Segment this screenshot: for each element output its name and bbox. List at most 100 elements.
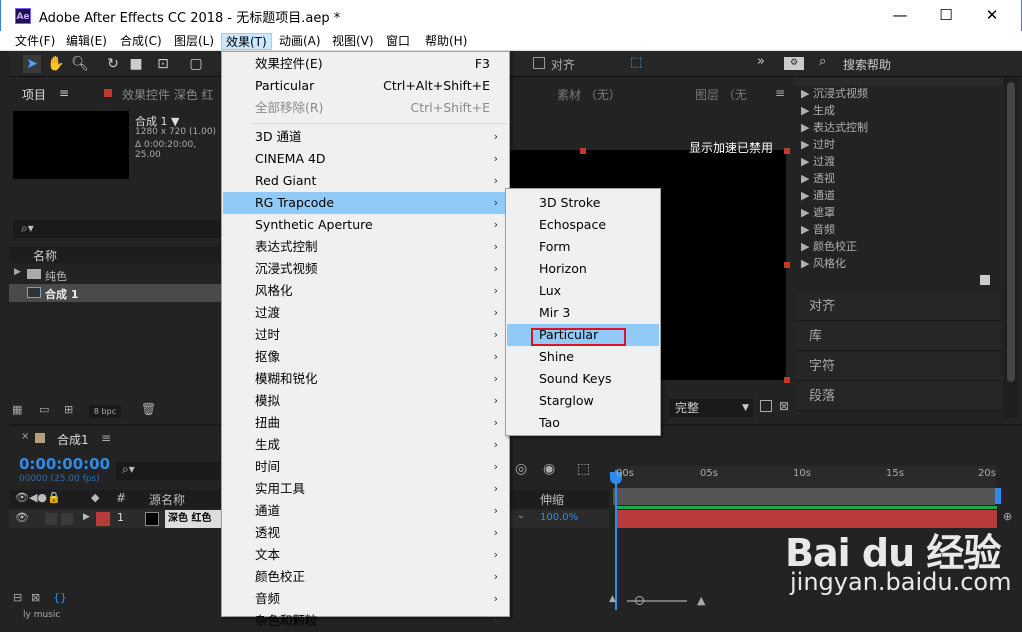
col-stretch[interactable]: 伸缩 (540, 491, 564, 508)
col-hash[interactable]: # (116, 491, 126, 505)
timing-icon[interactable]: {} (53, 591, 67, 604)
submenu-item-sound-keys[interactable]: Sound Keys (507, 368, 659, 390)
panel-menu-icon[interactable]: ≡ (775, 86, 785, 100)
layer-stretch[interactable]: 100.0% (540, 512, 578, 523)
menu-item-utility[interactable]: 实用工具 › (223, 478, 508, 500)
menu-item-time[interactable]: 时间 › (223, 456, 508, 478)
menu-layer[interactable]: 图层(L) (170, 33, 218, 50)
expand-icon[interactable]: » (757, 54, 765, 69)
tab-library[interactable]: 库 (796, 322, 1001, 351)
menu-item-3d-channel[interactable]: 3D 通道 › (223, 126, 508, 148)
menu-item-particular-last-effect[interactable]: Particular Ctrl+Alt+Shift+E (223, 75, 508, 97)
menu-item-synthetic-aperture[interactable]: Synthetic Aperture › (223, 214, 508, 236)
menu-item-effect-controls[interactable]: 效果控件(E) F3 (223, 53, 508, 75)
menu-item-transition[interactable]: 过渡 › (223, 302, 508, 324)
visibility-icon[interactable]: 👁 (15, 511, 29, 524)
submenu-item-echospace[interactable]: Echospace (507, 214, 659, 236)
menu-item-immersive-video[interactable]: 沉浸式视频 › (223, 258, 508, 280)
menu-item-obsolete[interactable]: 过时 › (223, 324, 508, 346)
resolution-select[interactable]: 完整 ▼ (669, 399, 753, 417)
menu-item-noise-grain[interactable]: 杂色和颗粒 › (223, 610, 508, 632)
search-help-field[interactable]: 搜索帮助 (843, 56, 891, 73)
comp-handle[interactable] (784, 377, 790, 383)
layer-name[interactable]: 深色 红色 (165, 510, 221, 528)
motion-blur-icon[interactable]: ◎ (515, 461, 527, 477)
snap-icon[interactable]: ⬚ (630, 55, 642, 70)
av-switches-icon[interactable]: 👁◀●🔒 (15, 491, 61, 504)
lock-toggle[interactable] (61, 513, 73, 525)
expand-arrow-icon[interactable]: ▶ (14, 267, 21, 277)
submenu-item-shine[interactable]: Shine (507, 346, 659, 368)
comp-mini-flowchart-icon[interactable]: ⊟ (13, 591, 22, 604)
menu-item-distort[interactable]: 扭曲 › (223, 412, 508, 434)
list-item[interactable]: ▶ 纯色 (9, 266, 221, 284)
menu-help[interactable]: 帮助(H) (421, 33, 471, 50)
menu-window[interactable]: 窗口 (382, 33, 414, 50)
menu-item-simulation[interactable]: 模拟 › (223, 390, 508, 412)
effect-category[interactable]: ▶ 生成 (801, 102, 835, 119)
close-button[interactable]: ✕ (969, 0, 1015, 31)
effect-category[interactable]: ▶ 颜色校正 (801, 238, 857, 255)
workspace-icon[interactable]: ⚙ (784, 57, 804, 70)
playhead[interactable] (615, 470, 617, 610)
hand-tool-icon[interactable]: ✋ (47, 55, 65, 73)
col-source-name[interactable]: 源名称 (149, 491, 185, 508)
draft-3d-icon[interactable]: ◉ (543, 461, 555, 477)
effect-category[interactable]: ▶ 透视 (801, 170, 835, 187)
tab-paragraph[interactable]: 段落 (796, 382, 1001, 411)
material-tab[interactable]: 素材 （无） (557, 86, 621, 103)
search-icon[interactable]: ⌕ (819, 54, 826, 69)
submenu-item-horizon[interactable]: Horizon (507, 258, 659, 280)
chevron-down-icon[interactable]: ⌄ (517, 511, 525, 521)
menu-item-keying[interactable]: 抠像 › (223, 346, 508, 368)
panel-menu-icon[interactable]: ≡ (101, 431, 111, 445)
layer-label-color[interactable] (96, 512, 110, 526)
submenu-item-lux[interactable]: Lux (507, 280, 659, 302)
effect-category[interactable]: ▶ 表达式控制 (801, 119, 868, 136)
tab-align[interactable]: 对齐 (796, 292, 1001, 321)
timeline-tab[interactable]: 合成1 (57, 431, 89, 448)
menu-animation[interactable]: 动画(A) (275, 33, 325, 50)
effect-category[interactable]: ▶ 过渡 (801, 153, 835, 170)
submenu-item-3d-stroke[interactable]: 3D Stroke (507, 192, 659, 214)
comp-handle[interactable] (580, 148, 586, 154)
effect-category[interactable]: ▶ 音频 (801, 221, 835, 238)
comp-handle[interactable] (784, 148, 790, 154)
list-item[interactable]: 合成 1 (9, 284, 221, 302)
comp-handle[interactable] (784, 262, 790, 268)
scrollbar-thumb[interactable] (1007, 82, 1015, 382)
rotate-tool-icon[interactable]: ↻ (104, 55, 122, 73)
menu-edit[interactable]: 编辑(E) (62, 33, 111, 50)
menu-item-stylize[interactable]: 风格化 › (223, 280, 508, 302)
menu-item-color-correction[interactable]: 颜色校正 › (223, 566, 508, 588)
camera-tool-icon[interactable]: ■ (127, 55, 145, 73)
menu-item-expression-controls[interactable]: 表达式控制 › (223, 236, 508, 258)
effect-category[interactable]: ▶ 过时 (801, 136, 835, 153)
menu-item-remove-all[interactable]: 全部移除(R) Ctrl+Shift+E (223, 97, 508, 119)
submenu-item-mir3[interactable]: Mir 3 (507, 302, 659, 324)
project-search-input[interactable]: ⌕▾ (13, 220, 221, 238)
interpret-footage-icon[interactable]: ▦ (12, 403, 22, 416)
menu-effect[interactable]: 效果(T) (221, 33, 272, 50)
region-icon[interactable] (760, 400, 772, 412)
pan-behind-tool-icon[interactable]: ⊡ (154, 55, 172, 73)
menu-item-cinema4d[interactable]: CINEMA 4D › (223, 148, 508, 170)
menu-item-audio[interactable]: 音频 › (223, 588, 508, 610)
layer-tab[interactable]: 图层 （无 (695, 86, 747, 103)
col-name-header[interactable]: 名称 (33, 247, 57, 264)
effect-controls-tab[interactable]: 效果控件 深色 红 (122, 86, 214, 103)
delete-icon[interactable]: 🗑︎ (141, 402, 156, 416)
effect-category[interactable]: ▶ 遮罩 (801, 204, 835, 221)
align-checkbox[interactable] (533, 57, 545, 69)
timecode-display[interactable]: 0:00:00:00 (19, 455, 110, 473)
menu-item-channel[interactable]: 通道 › (223, 500, 508, 522)
expand-arrow-icon[interactable]: ▶ (83, 512, 90, 522)
panel-menu-icon[interactable]: ≡ (59, 86, 69, 100)
maximize-button[interactable]: ☐ (923, 0, 969, 31)
solo-toggle[interactable] (45, 513, 57, 525)
submenu-item-starglow[interactable]: Starglow (507, 390, 659, 412)
menu-item-text[interactable]: 文本 › (223, 544, 508, 566)
keyframe-nav-icon[interactable]: ⊕ (1003, 510, 1012, 523)
menu-file[interactable]: 文件(F) (11, 33, 59, 50)
menu-item-red-giant[interactable]: Red Giant › (223, 170, 508, 192)
